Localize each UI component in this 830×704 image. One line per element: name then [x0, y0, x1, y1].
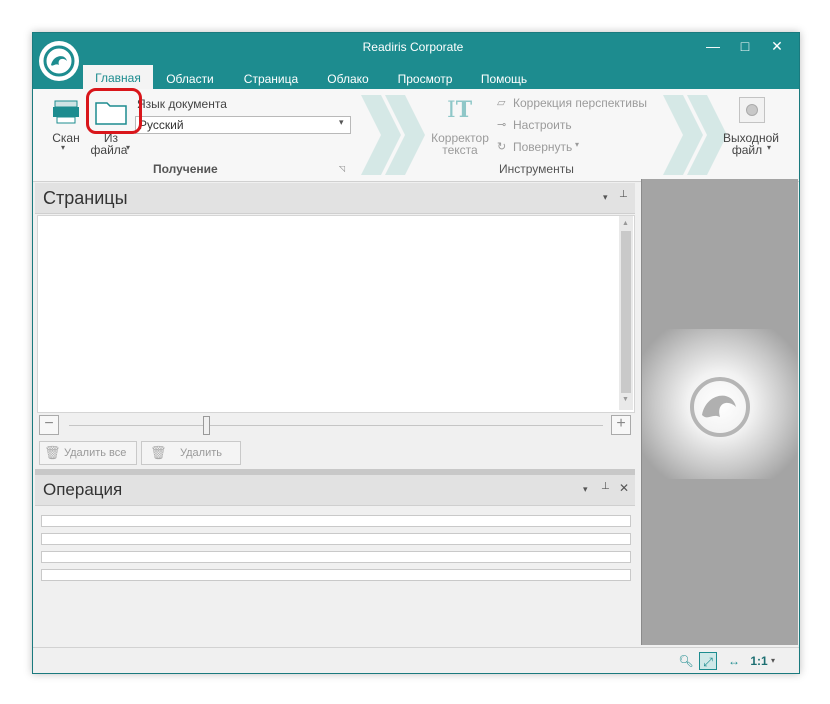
operations-panel: Операция ▾ ⊥ ✕ — [35, 475, 635, 645]
doc-language-select[interactable]: Русский ▾ — [135, 116, 351, 134]
chevron-down-icon[interactable]: ▾ — [583, 484, 588, 495]
app-window: Readiris Corporate — □ ✕ Главная Области… — [32, 32, 800, 674]
maximize-button[interactable]: □ — [731, 37, 759, 55]
thumbnail-zoom-bar: − + — [35, 413, 635, 437]
text-corrector-icon[interactable]: ΙT — [447, 97, 472, 123]
scan-button[interactable]: Скан — [45, 131, 87, 145]
title-bar: Readiris Corporate — □ ✕ Главная Области… — [33, 33, 799, 95]
fit-width-icon[interactable]: ↔ — [723, 652, 745, 670]
zoom-out-icon[interactable]: − — [39, 415, 59, 435]
chevron-down-icon: ▾ — [575, 140, 580, 149]
rotate-icon: ↻ — [497, 141, 507, 153]
perspective-button[interactable]: Коррекция перспективы — [513, 96, 647, 110]
delete-button[interactable]: 🗑 Удалить — [141, 441, 241, 465]
group-tools-title: Инструменты — [499, 162, 574, 176]
from-file-label: файла — [90, 143, 128, 157]
zoom-tool-icon[interactable]: 🔍︎ — [677, 652, 695, 670]
tab-view[interactable]: Просмотр — [387, 69, 463, 89]
scrollbar-thumb[interactable] — [621, 231, 631, 393]
configure-icon: ⊸ — [497, 119, 507, 131]
zoom-slider-thumb[interactable] — [203, 416, 210, 435]
pages-panel: Страницы ▾ ⊥ ▲ ▼ − + 🗑 Удалить все 🗑 Уда… — [35, 183, 635, 469]
fit-page-icon[interactable]: ⤢ — [699, 652, 717, 670]
trash-icon: 🗑 — [44, 445, 61, 460]
delete-label: Удалить — [180, 447, 222, 459]
actual-size-button[interactable]: 1:1 — [747, 652, 771, 670]
pages-thumbnail-area[interactable] — [37, 215, 635, 413]
doc-language-label: Язык документа — [137, 97, 227, 111]
status-bar: 🔍︎ ⤢ ↔ 1:1 ▾ — [33, 647, 799, 673]
configure-button[interactable]: Настроить — [513, 118, 572, 132]
doc-language-value: Русский — [139, 118, 184, 132]
pin-icon[interactable]: ⊥ — [619, 189, 628, 200]
tab-page[interactable]: Страница — [233, 69, 309, 89]
operation-row[interactable] — [41, 569, 631, 581]
scroll-up-icon[interactable]: ▲ — [622, 220, 629, 227]
operations-panel-title: Операция — [43, 480, 123, 499]
perspective-icon: ▱ — [497, 97, 506, 109]
chevron-down-icon: ▾ — [61, 143, 66, 152]
readiris-logo-icon — [690, 377, 750, 437]
operation-row[interactable] — [41, 533, 631, 545]
scroll-down-icon[interactable]: ▼ — [622, 396, 629, 403]
minimize-button[interactable]: — — [699, 37, 727, 55]
close-icon[interactable]: ✕ — [619, 481, 629, 495]
delete-all-button[interactable]: 🗑 Удалить все — [39, 441, 137, 465]
chevron-down-icon[interactable]: ▾ — [771, 656, 775, 665]
tab-cloud[interactable]: Облако — [317, 69, 379, 89]
text-corrector-label: текста — [442, 143, 478, 157]
chevron-down-icon: ▾ — [339, 117, 344, 127]
pages-panel-header: Страницы ▾ ⊥ — [35, 183, 635, 214]
tab-home[interactable]: Главная — [83, 65, 153, 89]
scanner-icon[interactable] — [53, 97, 79, 125]
delete-all-label: Удалить все — [64, 447, 127, 459]
operation-row[interactable] — [41, 515, 631, 527]
output-file-icon[interactable] — [739, 97, 765, 123]
chevron-down-icon: ▾ — [126, 143, 131, 152]
pin-icon[interactable]: ⊥ — [601, 481, 610, 492]
close-button[interactable]: ✕ — [763, 37, 791, 55]
app-logo-icon[interactable] — [39, 41, 79, 81]
zoom-slider-track[interactable] — [69, 425, 603, 426]
workflow-arrow-icon — [361, 95, 425, 175]
ribbon: Скан ▾ Из файла ▾ Язык документа Русский… — [33, 89, 799, 182]
document-preview[interactable] — [641, 179, 798, 645]
chevron-down-icon: ▾ — [767, 143, 772, 152]
pages-panel-title: Страницы — [43, 188, 128, 208]
zoom-in-icon[interactable]: + — [611, 415, 631, 435]
window-title: Readiris Corporate — [362, 40, 464, 54]
tab-help[interactable]: Помощь — [471, 69, 537, 89]
operations-panel-header: Операция ▾ ⊥ ✕ — [35, 475, 635, 506]
chevron-down-icon[interactable]: ▾ — [603, 192, 608, 203]
highlight-annotation — [86, 88, 142, 134]
tab-areas[interactable]: Области — [157, 69, 223, 89]
group-acquire-title: Получение — [153, 162, 218, 176]
trash-icon: 🗑 — [150, 445, 167, 460]
operation-row[interactable] — [41, 551, 631, 563]
dialog-launcher-icon[interactable]: ◹ — [339, 164, 345, 173]
rotate-button[interactable]: Повернуть — [513, 140, 572, 154]
